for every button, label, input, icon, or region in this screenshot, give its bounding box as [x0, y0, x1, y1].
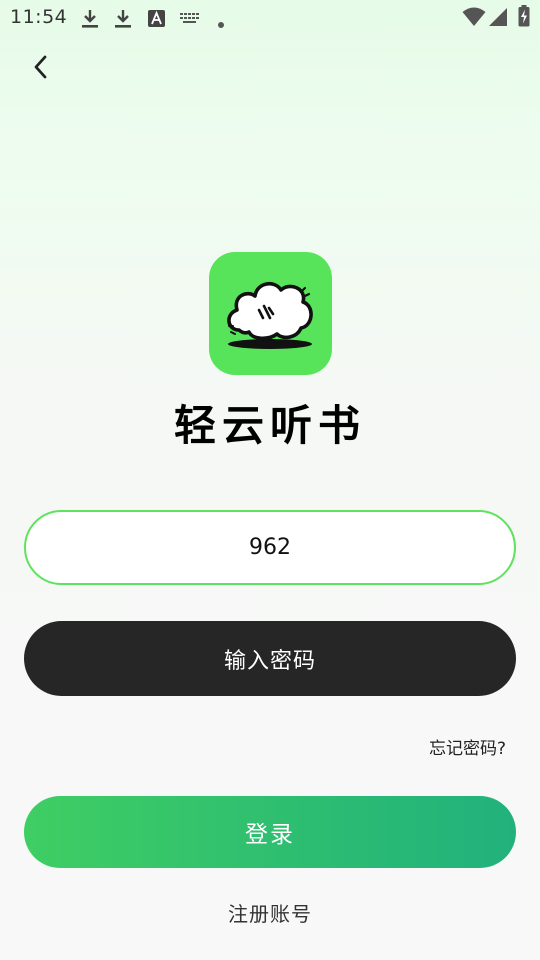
app-title: 轻云听书 [173, 401, 366, 450]
phone-input[interactable] [72, 534, 468, 561]
dot-icon [217, 14, 225, 33]
back-button[interactable] [22, 50, 60, 88]
wifi-icon [462, 7, 486, 31]
download-icon [113, 8, 133, 34]
enter-password-button[interactable]: 输入密码 [24, 621, 516, 696]
chevron-left-icon [31, 54, 51, 84]
app-logo [209, 252, 332, 375]
font-a-icon [148, 10, 165, 31]
download-icon [80, 8, 100, 34]
cloud-logo-icon [209, 282, 332, 375]
battery-charging-icon [518, 5, 530, 31]
phone-field[interactable] [24, 510, 516, 585]
register-account-link[interactable]: 注册账号 [0, 898, 540, 927]
keyboard-icon [179, 11, 200, 30]
signal-icon [488, 7, 508, 31]
login-button[interactable]: 登录 [24, 796, 516, 868]
status-bar: 11:54 [0, 0, 540, 36]
forgot-password-link[interactable]: 忘记密码? [429, 734, 506, 759]
status-time: 11:54 [10, 6, 68, 28]
